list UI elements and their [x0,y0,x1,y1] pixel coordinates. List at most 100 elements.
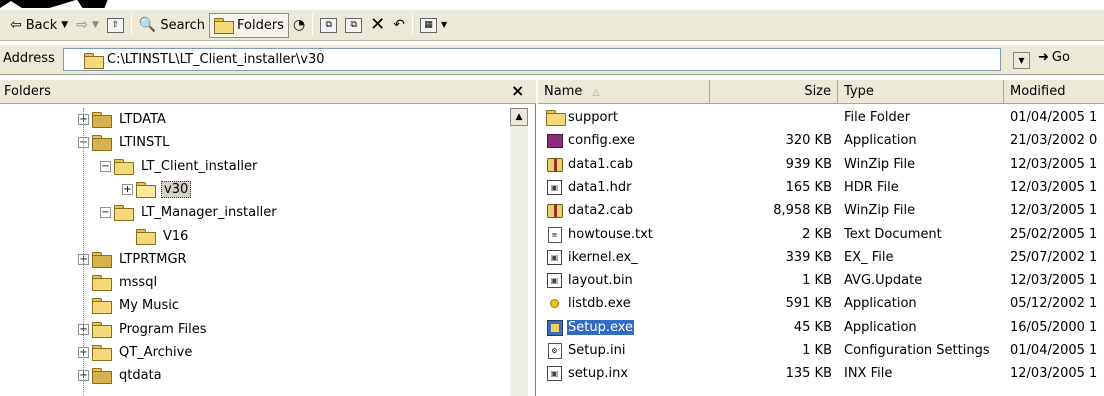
tree-item[interactable]: + LTPRTMGR [78,248,189,270]
column-type-label: Type [844,84,874,99]
file-size: 1 KB [802,273,832,288]
up-folder-button[interactable]: ⇧ [103,13,128,38]
tree-guide-line [83,108,84,396]
network-folder-icon [92,111,112,128]
tree-item[interactable]: + Program Files [78,318,209,340]
move-to-button[interactable]: ⧉ [316,13,341,38]
file-row[interactable]: ▣ setup.inx 135 KB INX File 12/03/2005 1 [538,363,1104,385]
tree-item[interactable]: + LTDATA [78,108,168,130]
tree-item[interactable]: V16 [122,225,190,247]
file-row[interactable]: ≡ howtouse.txt 2 KB Text Document 25/02/2005… [538,224,1104,246]
folder-icon [136,228,156,245]
address-dropdown-button[interactable]: ▼ [1013,52,1030,69]
file-row[interactable]: support File Folder 01/04/2005 1 [538,107,1104,129]
back-dropdown-icon[interactable]: ▼ [61,20,68,30]
collapse-icon[interactable]: − [100,206,111,218]
column-header-name[interactable]: Name △ [538,80,710,104]
back-button[interactable]: ⇦ Back ▼ [6,13,72,38]
chevron-up-icon: ▲ [515,112,523,122]
history-icon: ◔ [292,17,306,33]
network-folder-icon [92,251,112,268]
views-icon: ▦ [419,17,437,33]
file-type: Application [844,133,917,148]
file-row[interactable]: data1.cab 939 KB WinZip File 12/03/2005 1 [538,154,1104,176]
file-row[interactable]: ▣ ikernel.ex_ 339 KB EX_ File 25/07/2002 1 [538,247,1104,269]
tree-item[interactable]: − LT_Manager_installer [100,201,279,223]
file-type: HDR File [844,180,899,195]
column-header-size[interactable]: Size [710,80,838,104]
exe-icon [546,132,563,149]
file-size: 591 KB [785,296,832,311]
expand-icon[interactable]: + [122,183,133,195]
file-type: Configuration Settings [844,343,990,358]
tree-item-label: LTPRTMGR [119,251,187,267]
file-size: 1 KB [802,343,832,358]
tree-scrollbar[interactable]: ▲ [510,108,528,396]
folders-pane-title: Folders [4,84,51,99]
file-name: config.exe [568,133,635,148]
file-row[interactable]: data2.cab 8,958 KB WinZip File 12/03/2005 1 [538,200,1104,222]
tree-item-label: QT_Archive [119,344,193,360]
tree-item[interactable]: − LTINSTL [78,131,171,153]
file-modified: 12/03/2005 1 [1010,157,1098,172]
column-size-label: Size [804,84,831,99]
file-row[interactable]: ▣ data1.hdr 165 KB HDR File 12/03/2005 1 [538,177,1104,199]
folder-icon [92,297,112,314]
go-label: Go [1051,50,1070,65]
search-label: Search [160,17,205,33]
undo-button[interactable]: ↶ [389,13,409,38]
window-file-icon: ▣ [546,179,563,196]
window-file-icon: ▣ [546,365,563,382]
tree-item[interactable]: My Music [78,294,181,316]
file-type: AVG.Update [844,273,923,288]
cropped-window-title [0,0,1104,10]
open-folder-icon [136,181,156,198]
forward-dropdown-icon[interactable]: ▼ [92,20,99,30]
column-header-type[interactable]: Type [838,80,1004,104]
file-name: setup.inx [568,366,629,381]
file-row[interactable]: config.exe 320 KB Application 21/03/2002 0 [538,130,1104,152]
file-row[interactable]: ▣ layout.bin 1 KB AVG.Update 12/03/2005 1 [538,270,1104,292]
collapse-icon[interactable]: − [100,160,111,172]
tree-item[interactable]: + QT_Archive [78,341,194,363]
tree-item[interactable]: mssql [78,271,159,293]
file-name: Setup.exe [567,320,635,335]
sort-ascending-icon: △ [592,88,600,98]
views-dropdown-icon[interactable]: ▼ [441,21,447,29]
views-button[interactable]: ▦ ▼ [416,13,451,38]
file-size: 2 KB [802,227,832,242]
scroll-up-button[interactable]: ▲ [510,108,528,126]
copy-to-button[interactable]: ⧉ [341,13,366,38]
forward-button[interactable]: ⇨ ▼ [72,13,103,38]
file-row[interactable]: ⚙ Setup.ini 1 KB Configuration Settings 01/0… [538,340,1104,362]
file-row[interactable]: listdb.exe 591 KB Application 05/12/2002 1 [538,293,1104,315]
history-button[interactable]: ◔ [289,13,309,38]
address-label: Address [3,51,55,66]
search-button[interactable]: 🔍 Search [135,13,209,38]
tree-item-label: v30 [161,180,192,198]
folder-icon [92,274,112,291]
file-modified: 25/07/2002 1 [1010,250,1098,265]
file-modified: 05/12/2002 1 [1010,296,1098,311]
file-size: 165 KB [785,180,832,195]
close-icon[interactable]: × [511,81,524,100]
folders-button[interactable]: Folders [208,12,289,38]
file-size: 135 KB [785,366,832,381]
tree-item[interactable]: + qtdata [78,364,164,386]
ini-file-icon: ⚙ [546,342,563,359]
toolbar: ⇦ Back ▼ ⇨ ▼ ⇧ 🔍 Search Folders ◔ ⧉ ⧉ ✕ … [0,10,1104,41]
delete-button[interactable]: ✕ [366,13,389,38]
go-button[interactable]: ➜ Go [1038,50,1070,65]
address-input[interactable]: C:\LTINSTL\LT_Client_installer\v30 [63,48,1001,71]
column-modified-label: Modified [1010,84,1066,99]
tree-item[interactable]: − LT_Client_installer [100,155,259,177]
address-folder-icon [84,53,104,69]
tree-item-label: V16 [163,228,189,244]
window-file-icon: ▣ [546,249,563,266]
folder-icon [546,109,566,126]
column-header-modified[interactable]: Modified [1004,80,1104,104]
address-value[interactable]: C:\LTINSTL\LT_Client_installer\v30 [107,52,325,67]
tree-item[interactable]: + v30 [122,178,192,200]
file-type: File Folder [844,110,911,125]
file-row[interactable]: Setup.exe 45 KB Application 16/05/2000 1 [538,317,1104,339]
